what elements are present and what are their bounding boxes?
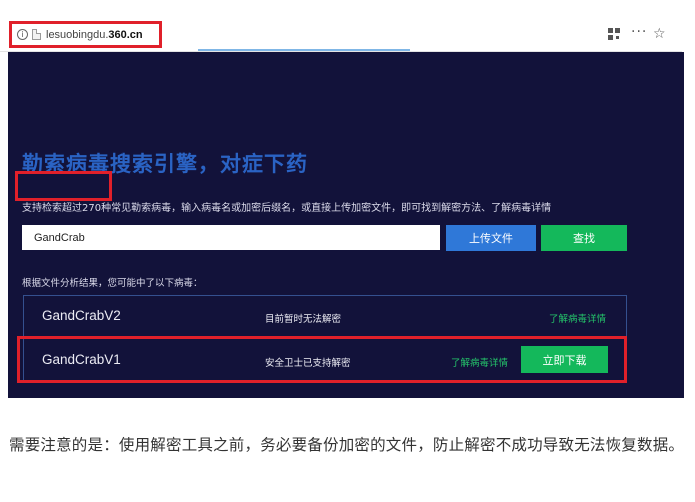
more-menu-icon[interactable]: ··· [631,24,647,40]
page-load-indicator [198,49,410,51]
download-button[interactable]: 立即下载 [521,346,608,373]
browser-address-bar: i lesuobingdu.360.cn ··· ☆ [0,18,682,52]
decrypt-status: 安全卫士已支持解密 [265,358,351,369]
page-subtitle: 支持检索超过270种常见勒索病毒，输入病毒名或加密后缀名，或直接上传加密文件，即… [22,203,552,214]
url-domain: 360.cn [108,28,143,41]
url-prefix: lesuobingdu. [46,28,109,41]
caption-note: 需要注意的是：使用解密工具之前，务必要备份加密的文件，防止解密不成功导致无法恢复… [9,436,685,454]
url-field[interactable]: i lesuobingdu.360.cn [9,21,162,48]
virus-search-input[interactable] [22,225,440,250]
page-title: 勒索病毒搜索引擎，对症下药 [22,152,308,176]
result-list: GandCrabV2 目前暂时无法解密 了解病毒详情 GandCrabV1 安全… [23,295,627,383]
page-icon [32,29,41,40]
result-hint: 根据文件分析结果，您可能中了以下病毒： [22,278,203,289]
star-icon[interactable]: ☆ [653,26,666,42]
virus-name: GandCrabV1 [42,352,121,367]
virus-details-link[interactable]: 了解病毒详情 [451,355,508,369]
search-button[interactable]: 查找 [541,225,627,251]
qr-code-icon[interactable] [608,28,620,40]
ransomware-search-page: 勒索病毒搜索引擎，对症下药 支持检索超过270种常见勒索病毒，输入病毒名或加密后… [8,52,684,398]
virus-name: GandCrabV2 [42,308,121,323]
virus-details-link[interactable]: 了解病毒详情 [549,311,606,325]
result-row: GandCrabV1 安全卫士已支持解密 了解病毒详情 立即下载 [24,339,626,382]
upload-file-button[interactable]: 上传文件 [446,225,536,251]
url-text: lesuobingdu.360.cn [46,29,143,41]
result-row: GandCrabV2 目前暂时无法解密 了解病毒详情 [24,296,626,339]
info-icon[interactable]: i [17,29,28,40]
decrypt-status: 目前暂时无法解密 [265,314,342,325]
